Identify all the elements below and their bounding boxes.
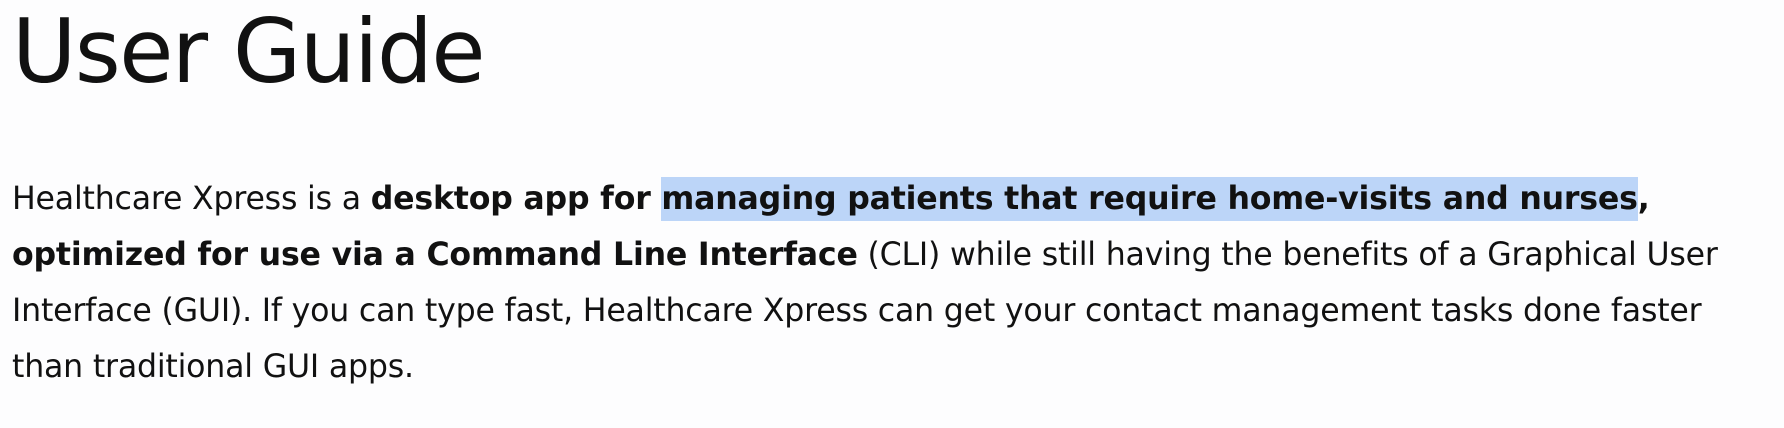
intro-line-4: than traditional GUI apps. <box>12 349 414 385</box>
intro-line-3: Interface (GUI). If you can type fast, H… <box>12 293 1702 329</box>
intro-paragraph: Healthcare Xpress is a desktop app for m… <box>12 171 1772 395</box>
page-title: User Guide <box>12 0 485 103</box>
intro-text: Healthcare Xpress is a <box>12 181 371 217</box>
intro-bold-text: optimized for use via a Command Line Int… <box>12 237 858 273</box>
intro-line-2: optimized for use via a Command Line Int… <box>12 227 1772 283</box>
document-page: User Guide Healthcare Xpress is a deskto… <box>0 0 1784 428</box>
intro-line-1: Healthcare Xpress is a desktop app for m… <box>12 171 1772 227</box>
intro-text: (CLI) while still having the benefits of… <box>857 237 1718 273</box>
intro-bold-text: desktop app for <box>370 181 662 217</box>
selected-text-highlight[interactable]: managing patients that require home-visi… <box>661 177 1638 221</box>
intro-bold-comma: , <box>1637 181 1650 217</box>
